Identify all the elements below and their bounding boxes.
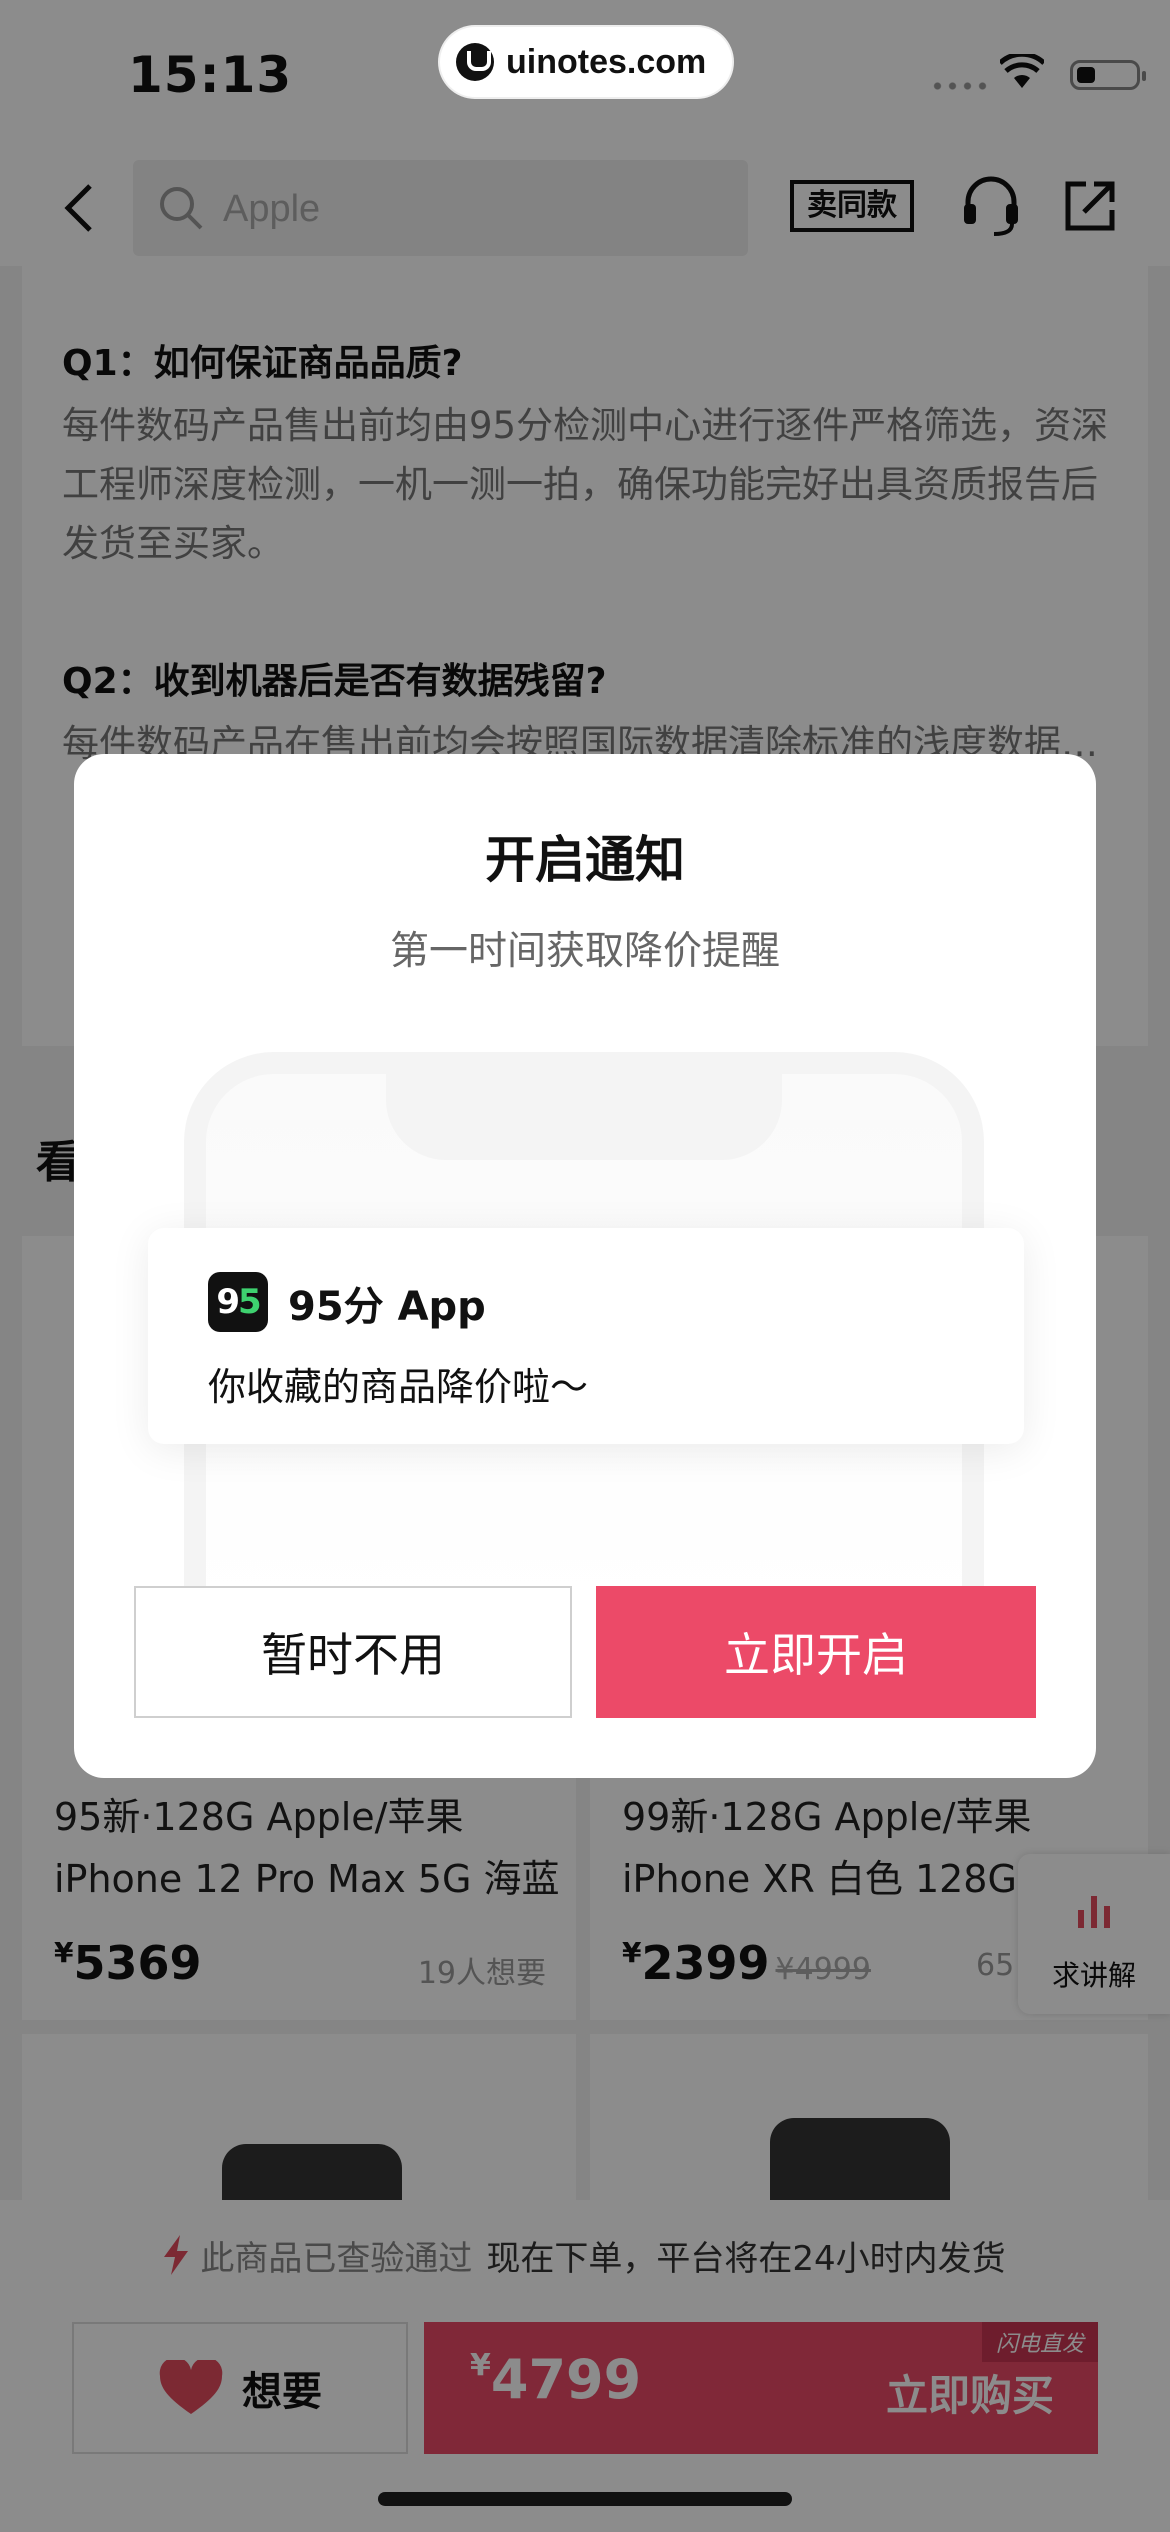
notification-preview: 95 95分 App 你收藏的商品降价啦～ bbox=[148, 1228, 1024, 1444]
app-logo-icon: 95 bbox=[208, 1272, 268, 1332]
watermark-text: uinotes.com bbox=[506, 42, 707, 81]
dialog-title: 开启通知 bbox=[485, 831, 685, 889]
watermark-logo-icon bbox=[456, 43, 494, 81]
notification-permission-dialog: 开启通知 第一时间获取降价提醒 95 95分 App 你收藏的商品降价啦～ 暂时… bbox=[74, 754, 1096, 1778]
home-indicator bbox=[378, 2492, 792, 2506]
enable-now-button[interactable]: 立即开启 bbox=[596, 1586, 1036, 1718]
not-now-button[interactable]: 暂时不用 bbox=[134, 1586, 572, 1718]
notification-body: 你收藏的商品降价啦～ bbox=[208, 1365, 589, 1409]
notification-app-name: 95分 App bbox=[288, 1284, 486, 1330]
dialog-subtitle: 第一时间获取降价提醒 bbox=[389, 929, 780, 974]
phone-notch bbox=[386, 1052, 782, 1160]
watermark-badge: uinotes.com bbox=[440, 27, 732, 97]
